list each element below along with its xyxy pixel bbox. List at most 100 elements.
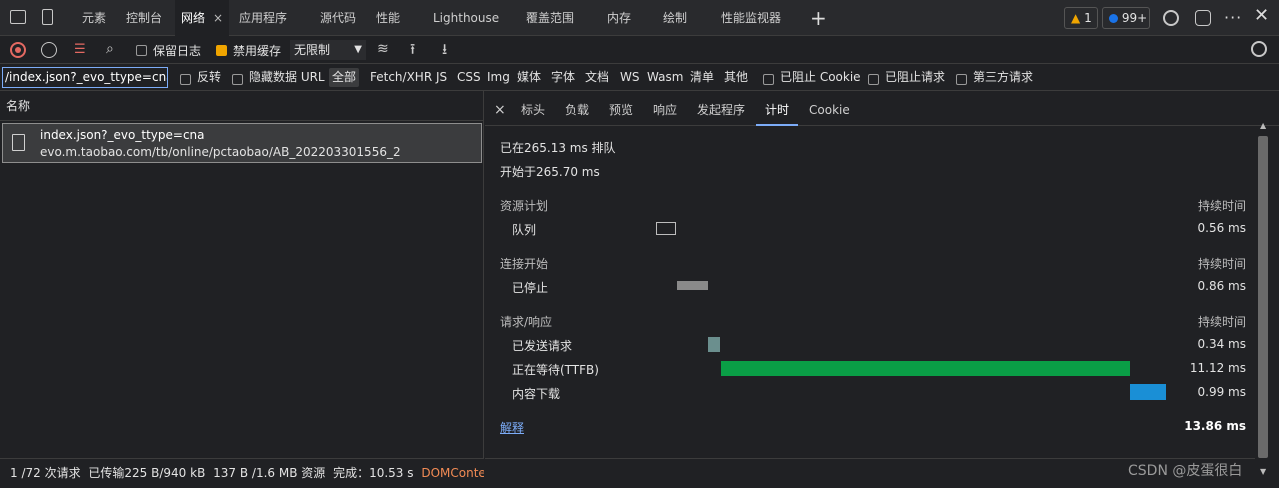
tab-initiator[interactable]: 发起程序 bbox=[697, 91, 745, 126]
blocked-cookies-checkbox[interactable] bbox=[763, 72, 774, 86]
throttling-value: 无限制 bbox=[294, 43, 331, 57]
warnings-count: 1 bbox=[1084, 11, 1092, 25]
warnings-badge[interactable]: ▲ 1 bbox=[1064, 7, 1098, 29]
add-tab-icon[interactable]: + bbox=[810, 0, 827, 36]
timing-row-label-stalled: 已停止 bbox=[512, 281, 549, 295]
type-filter-doc[interactable]: 文档 bbox=[585, 64, 609, 91]
import-har-icon[interactable]: ⭱ bbox=[410, 39, 415, 64]
request-name: index.json?_evo_ttype=cna bbox=[40, 128, 205, 142]
devtools-tab-bar: 元素 控制台 网络 × 应用程序 源代码 性能 Lighthouse 覆盖范围 内… bbox=[0, 0, 1279, 36]
settings-gear-icon[interactable] bbox=[1163, 10, 1179, 26]
blocked-requests-checkbox[interactable] bbox=[868, 72, 879, 86]
messages-count: 99+ bbox=[1121, 11, 1148, 25]
scroll-up-icon[interactable]: ▲ bbox=[1260, 121, 1266, 130]
close-details-icon[interactable]: × bbox=[494, 91, 506, 126]
timing-row-label-content-download: 内容下载 bbox=[512, 387, 561, 401]
tab-payload[interactable]: 负载 bbox=[565, 91, 589, 126]
customize-icon[interactable] bbox=[1195, 10, 1211, 26]
preserve-log-label: 保留日志 bbox=[153, 44, 202, 58]
tab-headers[interactable]: 标头 bbox=[521, 91, 545, 126]
device-toolbar-icon[interactable] bbox=[42, 9, 53, 25]
third-party-checkbox[interactable] bbox=[956, 72, 967, 86]
tab-response[interactable]: 响应 bbox=[653, 91, 677, 126]
blocked-cookies-label: 已阻止 Cookie bbox=[780, 70, 861, 84]
section-title-request-response: 请求/响应 bbox=[500, 315, 553, 329]
search-icon[interactable]: ⌕ bbox=[106, 41, 114, 57]
timing-row-label-request-sent: 已发送请求 bbox=[512, 339, 573, 353]
scroll-down-icon[interactable]: ▼ bbox=[1260, 467, 1266, 476]
tab-console[interactable]: 控制台 bbox=[126, 0, 162, 36]
filter-bar: /index.json?_evo_ttype=cna 反转 隐藏数据 URL 全… bbox=[0, 64, 1279, 91]
detail-tab-bar: × 标头 负载 预览 响应 发起程序 计时 Cookie bbox=[485, 91, 1279, 126]
type-filter-font[interactable]: 字体 bbox=[551, 64, 575, 91]
document-file-icon bbox=[12, 134, 25, 151]
invert-checkbox[interactable] bbox=[180, 72, 191, 86]
messages-badge[interactable]: 99+ bbox=[1102, 7, 1150, 29]
section-title-resource-scheduling: 资源计划 bbox=[500, 199, 549, 213]
queued-at-text: 已在265.13 ms 排队 bbox=[500, 141, 616, 155]
started-at-text: 开始于265.70 ms bbox=[500, 165, 600, 179]
timing-bar-request-sent bbox=[708, 337, 720, 352]
network-conditions-icon[interactable]: ≋ bbox=[377, 41, 389, 57]
network-status-bar: 1 /72 次请求 已传输225 B/940 kB 137 B /1.6 MB … bbox=[0, 458, 484, 488]
tab-performance[interactable]: 性能 bbox=[376, 0, 400, 36]
close-tab-icon[interactable]: × bbox=[213, 11, 223, 25]
more-options-icon[interactable]: ··· bbox=[1224, 8, 1242, 27]
table-row[interactable]: index.json?_evo_ttype=cna evo.m.taobao.c… bbox=[2, 123, 482, 163]
record-icon[interactable] bbox=[10, 42, 26, 58]
type-filter-js[interactable]: JS bbox=[436, 64, 447, 91]
network-settings-gear-icon[interactable] bbox=[1251, 41, 1267, 57]
timing-bar-queueing bbox=[656, 222, 676, 235]
inspect-element-icon[interactable] bbox=[10, 10, 26, 24]
tab-coverage[interactable]: 覆盖范围 bbox=[526, 0, 574, 36]
hide-data-urls-checkbox[interactable] bbox=[232, 72, 243, 86]
filter-input[interactable]: /index.json?_evo_ttype=cna bbox=[2, 67, 168, 88]
request-count: 1 /72 次请求 bbox=[10, 466, 81, 480]
watermark: CSDN @皮蛋很白 bbox=[1128, 463, 1243, 479]
tab-rendering[interactable]: 绘制 bbox=[663, 0, 687, 36]
type-filter-media[interactable]: 媒体 bbox=[517, 64, 541, 91]
type-filter-ws[interactable]: WS bbox=[620, 64, 639, 91]
throttling-select[interactable]: 无限制 ▼ bbox=[290, 40, 366, 60]
type-filter-all[interactable]: 全部 bbox=[329, 68, 360, 87]
type-filter-manifest[interactable]: 清单 bbox=[690, 64, 714, 91]
tab-application[interactable]: 应用程序 bbox=[239, 0, 287, 36]
tab-preview[interactable]: 预览 bbox=[609, 91, 633, 126]
tab-elements[interactable]: 元素 bbox=[82, 0, 106, 36]
type-filter-img[interactable]: Img bbox=[487, 64, 510, 91]
clear-icon[interactable] bbox=[41, 42, 57, 58]
scrollbar-thumb[interactable] bbox=[1258, 136, 1268, 458]
type-filter-css[interactable]: CSS bbox=[457, 64, 481, 91]
filter-icon[interactable]: ☰ bbox=[74, 43, 89, 56]
duration-header: 持续时间 bbox=[1197, 315, 1246, 329]
type-filter-wasm[interactable]: Wasm bbox=[647, 64, 683, 91]
timing-row-value-queueing: 0.56 ms bbox=[1197, 221, 1246, 235]
preserve-log-checkbox[interactable] bbox=[136, 43, 147, 57]
vertical-scrollbar[interactable] bbox=[1257, 136, 1269, 474]
network-toolbar: ☰ ⌕ 保留日志 禁用缓存 无限制 ▼ ≋ ⭱ ⭳ bbox=[0, 36, 1279, 64]
explanation-link[interactable]: 解释 bbox=[500, 419, 524, 436]
column-header-name[interactable]: 名称 bbox=[0, 91, 483, 121]
section-title-connection-start: 连接开始 bbox=[500, 257, 549, 271]
close-devtools-icon[interactable]: ✕ bbox=[1254, 5, 1269, 26]
tab-sources[interactable]: 源代码 bbox=[320, 0, 356, 36]
timing-row-value-request-sent: 0.34 ms bbox=[1197, 337, 1246, 351]
tab-cookie[interactable]: Cookie bbox=[809, 91, 850, 126]
tab-performance-monitor[interactable]: 性能监视器 bbox=[721, 0, 781, 36]
request-details-pane: × 标头 负载 预览 响应 发起程序 计时 Cookie 已在265.13 ms… bbox=[485, 91, 1279, 488]
tab-timing[interactable]: 计时 bbox=[756, 91, 799, 126]
timing-bar-ttfb bbox=[721, 361, 1130, 376]
request-list: 名称 index.json?_evo_ttype=cna evo.m.taoba… bbox=[0, 91, 484, 458]
tab-network[interactable]: 网络 × bbox=[175, 0, 230, 36]
export-har-icon[interactable]: ⭳ bbox=[442, 39, 447, 64]
disable-cache-checkbox[interactable] bbox=[216, 43, 227, 57]
type-filter-other[interactable]: 其他 bbox=[724, 64, 748, 91]
timing-row-value-ttfb: 11.12 ms bbox=[1189, 361, 1246, 375]
duration-header: 持续时间 bbox=[1197, 257, 1246, 271]
warning-icon: ▲ bbox=[1071, 11, 1081, 25]
tab-memory[interactable]: 内存 bbox=[607, 0, 631, 36]
transferred-size: 已传输225 B/940 kB bbox=[88, 466, 206, 480]
tab-lighthouse[interactable]: Lighthouse bbox=[433, 0, 499, 36]
timing-row-value-stalled: 0.86 ms bbox=[1197, 279, 1246, 293]
type-filter-fetch-xhr[interactable]: Fetch/XHR bbox=[370, 64, 432, 91]
